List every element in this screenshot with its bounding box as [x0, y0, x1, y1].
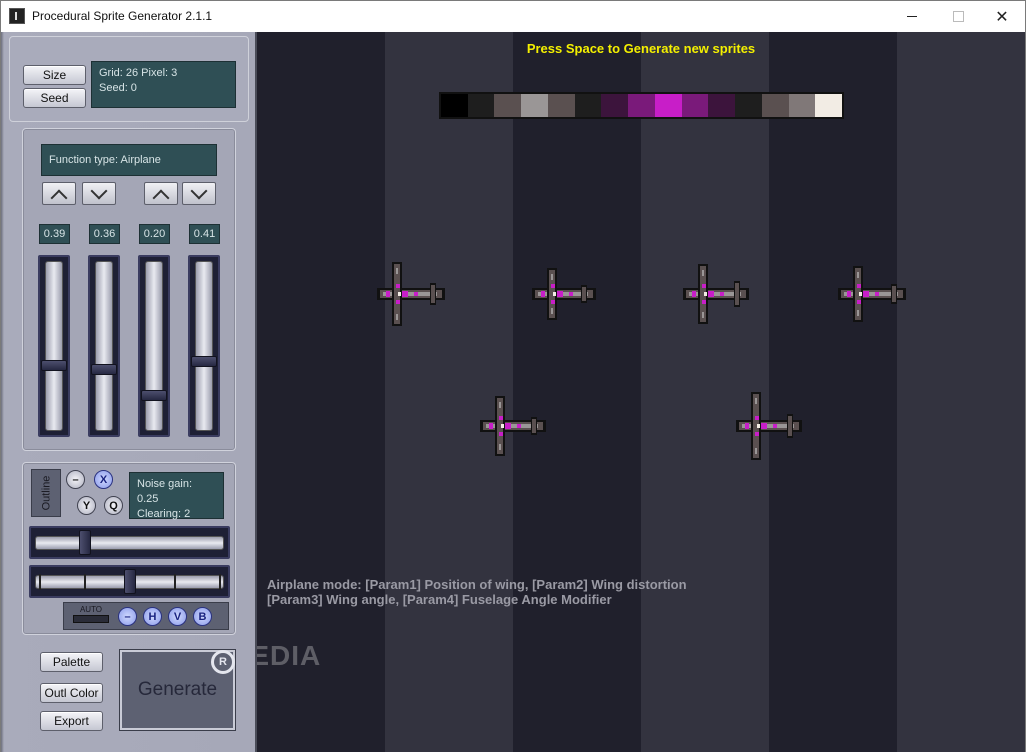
palette-swatch[interactable]: [761, 94, 789, 117]
control-panel: Size Seed Grid: 26 Pixel: 3 Seed: 0 Func…: [1, 32, 257, 752]
window-title: Procedural Sprite Generator 2.1.1: [32, 9, 213, 23]
palette-swatch[interactable]: [681, 94, 709, 117]
param4-slider[interactable]: [188, 255, 220, 437]
sprite-6[interactable]: [733, 389, 808, 464]
slider-thumb[interactable]: [191, 356, 217, 368]
clearing-slider[interactable]: [29, 565, 230, 598]
app-window: Procedural Sprite Generator 2.1.1 ✕ Size…: [0, 0, 1026, 752]
palette-swatch[interactable]: [708, 94, 736, 117]
param2-slider[interactable]: [88, 255, 120, 437]
palette-swatch[interactable]: [441, 94, 468, 117]
palette-swatch[interactable]: [574, 94, 602, 117]
mode-description: Airplane mode: [Param1] Position of wing…: [267, 577, 687, 607]
seed-button[interactable]: Seed: [23, 88, 86, 108]
outline-q-button[interactable]: Q: [104, 496, 123, 515]
outline-x-button[interactable]: X: [94, 470, 113, 489]
param4-value: 0.41: [189, 224, 220, 244]
app-icon: [9, 8, 25, 24]
noise-display: Noise gain: 0.25 Clearing: 2: [129, 472, 224, 520]
noise-gain-slider[interactable]: [29, 526, 230, 559]
slider-thumb[interactable]: [141, 390, 167, 401]
export-button[interactable]: Export: [40, 711, 103, 731]
mirror-minus-button[interactable]: –: [118, 607, 137, 626]
palette-swatch[interactable]: [788, 94, 816, 117]
slider-thumb[interactable]: [41, 359, 67, 371]
function-type-display[interactable]: Function type: Airplane: [41, 144, 217, 176]
param-down-button-1[interactable]: [82, 182, 116, 205]
outline-y-button[interactable]: Y: [77, 496, 96, 515]
chevron-down-icon: [90, 182, 108, 200]
palette-swatch[interactable]: [494, 94, 522, 117]
palette-swatch[interactable]: [601, 94, 629, 117]
noise-gain-info: Noise gain: 0.25: [137, 478, 193, 505]
close-button[interactable]: ✕: [979, 1, 1025, 32]
palette-swatch[interactable]: [654, 94, 682, 117]
palette-button[interactable]: Palette: [40, 652, 103, 672]
generate-hint: Press Space to Generate new sprites: [526, 41, 756, 56]
watermark-logo: SOFTPEDIA: [257, 640, 322, 671]
grid-info: Grid: 26 Pixel: 3: [99, 67, 178, 79]
auto-toggle[interactable]: AUTO: [71, 605, 111, 625]
slider-thumb[interactable]: [91, 364, 117, 376]
mirror-h-button[interactable]: H: [143, 607, 162, 626]
mirror-b-button[interactable]: B: [193, 607, 212, 626]
param1-value: 0.39: [39, 224, 70, 244]
title-bar: Procedural Sprite Generator 2.1.1 ✕: [1, 1, 1025, 32]
slider-thumb[interactable]: [124, 569, 136, 594]
clearing-info: Clearing: 2: [137, 508, 191, 520]
param3-slider[interactable]: [138, 255, 170, 437]
background-stripe: [897, 32, 1025, 752]
grid-seed-display: Grid: 26 Pixel: 3 Seed: 0: [91, 61, 236, 108]
param3-value: 0.20: [139, 224, 170, 244]
palette-swatch[interactable]: [547, 94, 575, 117]
palette-swatch[interactable]: [467, 94, 495, 117]
mode-line-1: Airplane mode: [Param1] Position of wing…: [267, 577, 687, 592]
sprite-1[interactable]: [374, 257, 449, 332]
random-button[interactable]: R: [211, 650, 235, 674]
palette-bar[interactable]: [439, 92, 844, 119]
minimize-button[interactable]: [889, 1, 935, 32]
slider-thumb[interactable]: [79, 530, 91, 555]
param2-value: 0.36: [89, 224, 120, 244]
param1-slider[interactable]: [38, 255, 70, 437]
outline-toggle[interactable]: Outline: [31, 469, 61, 517]
mirror-v-button[interactable]: V: [168, 607, 187, 626]
mode-line-2: [Param3] Wing angle, [Param4] Fuselage A…: [267, 592, 612, 607]
seed-info: Seed: 0: [99, 82, 137, 94]
outline-color-button[interactable]: Outl Color: [40, 683, 103, 703]
sprite-3[interactable]: [680, 257, 755, 332]
palette-swatch[interactable]: [815, 94, 843, 117]
outline-minus-button[interactable]: –: [66, 470, 85, 489]
auto-label: AUTO: [79, 605, 103, 614]
palette-swatch[interactable]: [628, 94, 655, 117]
sprite-5[interactable]: [477, 389, 552, 464]
param-down-button-2[interactable]: [182, 182, 216, 205]
maximize-button[interactable]: [935, 1, 981, 32]
sprite-canvas[interactable]: Press Space to Generate new sprites Airp…: [257, 32, 1025, 752]
sprite-4[interactable]: [835, 257, 910, 332]
palette-swatch[interactable]: [521, 94, 548, 117]
param-up-button-2[interactable]: [144, 182, 178, 207]
chevron-up-icon: [50, 189, 68, 207]
chevron-up-icon: [152, 189, 170, 207]
chevron-down-icon: [190, 182, 208, 200]
outline-label: Outline: [40, 475, 53, 511]
param-up-button-1[interactable]: [42, 182, 76, 207]
size-button[interactable]: Size: [23, 65, 86, 85]
palette-swatch[interactable]: [735, 94, 762, 117]
sprite-2[interactable]: [529, 257, 604, 332]
